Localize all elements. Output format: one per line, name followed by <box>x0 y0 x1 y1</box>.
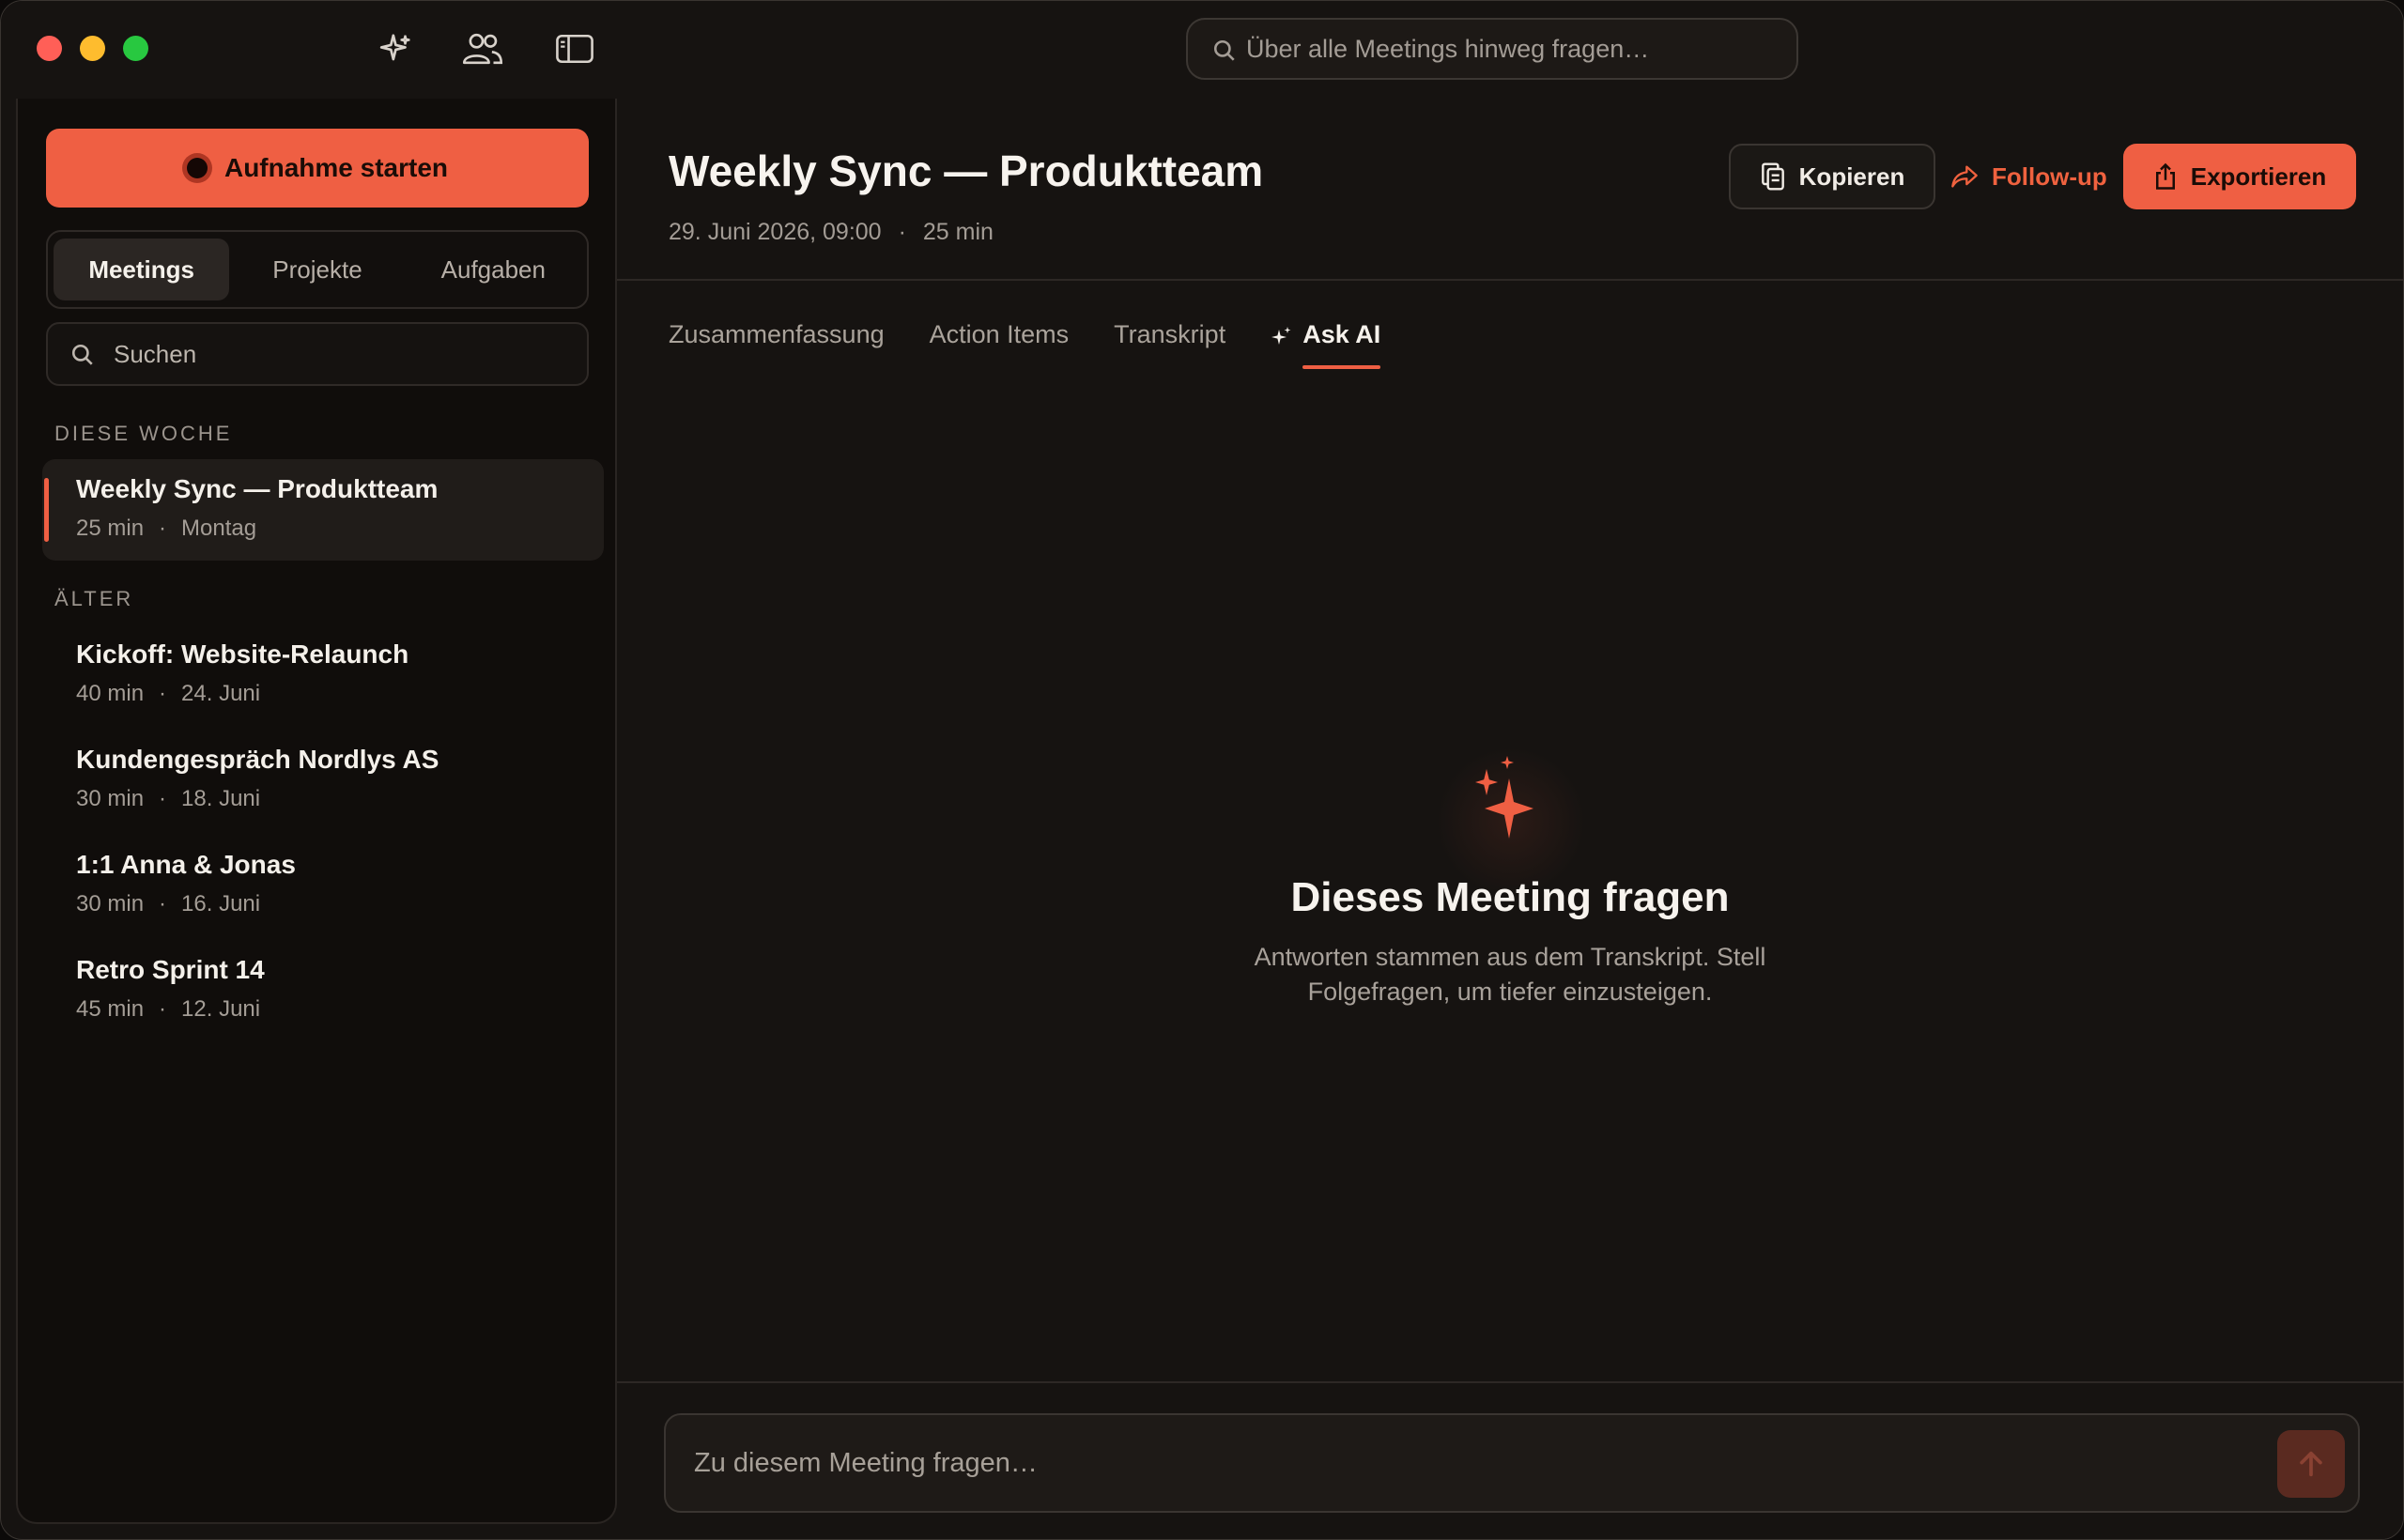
meeting-title: Weekly Sync — Produktteam <box>76 474 439 503</box>
record-label: Aufnahme starten <box>223 153 449 182</box>
meeting-date: 12. Juni <box>181 996 261 1022</box>
export-button[interactable]: Exportieren <box>2123 144 2356 209</box>
close-window-button[interactable] <box>37 36 62 61</box>
meeting-meta: 40 min · 24. Juni <box>76 681 261 706</box>
meeting-title: Kundengespräch Nordlys AS <box>76 745 439 774</box>
meeting-list-item[interactable]: 1:1 Anna & Jonas 30 min · 16. Juni <box>42 835 604 936</box>
people-icon[interactable] <box>461 27 504 70</box>
start-recording-button[interactable]: Aufnahme starten <box>46 129 589 208</box>
meeting-title: Retro Sprint 14 <box>76 955 265 984</box>
title-bar: Über alle Meetings hinweg fragen… <box>1 1 2403 99</box>
meeting-meta: 30 min · 18. Juni <box>76 786 261 811</box>
meeting-list-item[interactable]: Kundengespräch Nordlys AS 30 min · 18. Jun… <box>42 730 604 831</box>
meeting-title: 1:1 Anna & Jonas <box>76 850 296 879</box>
sparkles-icon[interactable] <box>375 27 418 70</box>
segment-projects[interactable]: Projekte <box>229 239 405 300</box>
record-icon <box>186 158 208 178</box>
meeting-list-item[interactable]: Retro Sprint 14 45 min · 12. Juni <box>42 940 604 1041</box>
export-icon <box>2155 162 2175 190</box>
copy-icon <box>1761 162 1784 191</box>
sidebar-search-input[interactable]: Suchen <box>46 322 589 386</box>
composer-divider <box>617 1381 2403 1383</box>
follow-up-label: Follow-up <box>1992 162 2107 191</box>
tab-ask-ai[interactable]: Ask AI <box>1271 320 1381 369</box>
view-segmented-control: Meetings Projekte Aufgaben <box>46 230 589 309</box>
page-title: Weekly Sync — Produktteam <box>669 146 1264 195</box>
meeting-meta: 45 min · 12. Juni <box>76 996 261 1022</box>
search-icon <box>1213 39 1235 61</box>
segment-tasks[interactable]: Aufgaben <box>406 239 581 300</box>
meeting-date: 16. Juni <box>181 891 261 916</box>
meeting-duration: 45 min <box>76 996 145 1022</box>
follow-up-button[interactable]: Follow-up <box>1950 144 2107 209</box>
sidebar-search-placeholder: Suchen <box>114 339 197 368</box>
meeting-info: 29. Juni 2026, 09:00 · 25 min <box>669 219 994 245</box>
sparkle-icon <box>1271 327 1291 345</box>
global-search-input[interactable]: Über alle Meetings hinweg fragen… <box>1186 18 1798 80</box>
zoom-window-button[interactable] <box>123 36 148 61</box>
copy-button[interactable]: Kopieren <box>1729 144 1935 209</box>
empty-state-subtitle: Antworten stammen aus dem Transkript. St… <box>1254 943 1766 1006</box>
tab-transcript[interactable]: Transkript <box>1114 320 1225 369</box>
meeting-meta: 30 min · 16. Juni <box>76 891 261 916</box>
meeting-datetime: 29. Juni 2026, 09:00 <box>669 219 882 245</box>
minimize-window-button[interactable] <box>80 36 105 61</box>
meeting-duration: 30 min <box>76 891 145 916</box>
share-arrow-icon <box>1951 165 1978 188</box>
meeting-duration: 40 min <box>76 681 145 706</box>
section-heading-older: ÄLTER <box>54 587 134 610</box>
meeting-duration: 25 min <box>922 219 994 245</box>
empty-state-title: Dieses Meeting fragen <box>1290 874 1730 920</box>
segment-meetings[interactable]: Meetings <box>54 239 230 300</box>
meeting-detail: Weekly Sync — Produktteam 29. Juni 2026,… <box>617 99 2403 1539</box>
global-search-placeholder: Über alle Meetings hinweg fragen… <box>1246 34 1650 63</box>
sidebar: Aufnahme starten Meetings Projekte Aufga… <box>16 99 617 1524</box>
ask-ai-placeholder: Zu diesem Meeting fragen… <box>694 1447 1038 1478</box>
tab-action-items[interactable]: Action Items <box>930 320 1070 369</box>
meeting-duration: 25 min <box>76 516 145 541</box>
app-window: Über alle Meetings hinweg fragen… Aufnah… <box>0 0 2404 1540</box>
send-button[interactable] <box>2277 1430 2345 1498</box>
meeting-duration: 30 min <box>76 786 145 811</box>
meeting-date: Montag <box>181 516 257 541</box>
tab-summary[interactable]: Zusammenfassung <box>669 320 885 369</box>
copy-label: Kopieren <box>1798 162 1905 191</box>
section-heading-this-week: DIESE WOCHE <box>54 422 233 445</box>
ask-ai-input[interactable]: Zu diesem Meeting fragen… <box>664 1413 2360 1513</box>
meeting-list-item[interactable]: Kickoff: Website-Relaunch 40 min · 24. Jun… <box>42 624 604 726</box>
active-indicator <box>44 478 49 542</box>
tab-ask-ai-label: Ask AI <box>1302 320 1381 348</box>
meeting-date: 24. Juni <box>181 681 261 706</box>
meeting-list-item[interactable]: Weekly Sync — Produktteam 25 min · Montag <box>42 459 604 561</box>
meeting-title: Kickoff: Website-Relaunch <box>76 639 409 669</box>
arrow-up-icon <box>2300 1451 2322 1477</box>
export-label: Exportieren <box>2190 162 2327 191</box>
header-divider <box>617 279 2403 281</box>
detail-tabs: Zusammenfassung Action Items Transkript … <box>669 320 1425 377</box>
search-icon <box>71 344 93 365</box>
sparkles-icon <box>1475 756 1533 839</box>
meeting-meta: 25 min · Montag <box>76 516 257 541</box>
sidebar-toggle-icon[interactable] <box>553 27 596 70</box>
meeting-date: 18. Juni <box>181 786 261 811</box>
